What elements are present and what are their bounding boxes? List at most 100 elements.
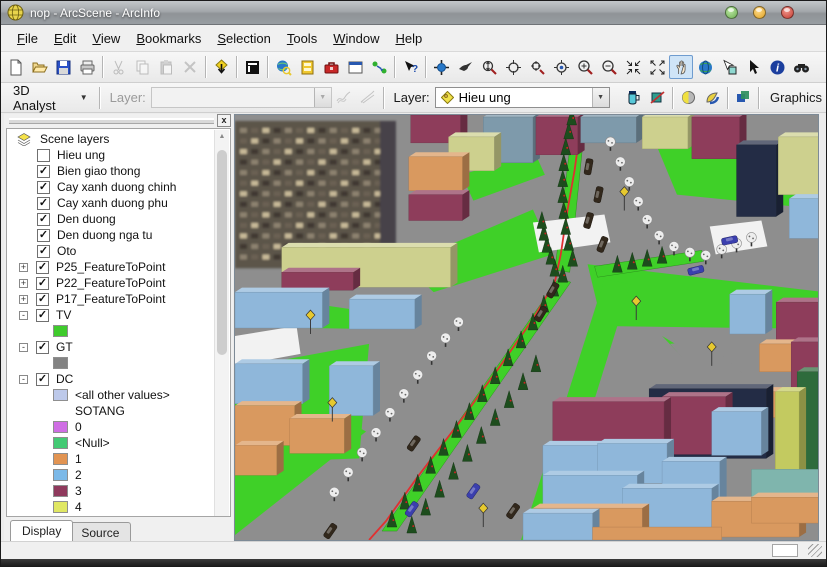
toc-row-group[interactable]: -✓ DC xyxy=(7,371,214,387)
layer-checkbox[interactable]: ✓ xyxy=(37,197,50,210)
toc-row-layer[interactable]: ✓ Cay xanh duong phu xyxy=(7,195,214,211)
resize-grip[interactable] xyxy=(808,544,822,557)
menu-help[interactable]: Help xyxy=(387,28,430,49)
zoom-to-target-button[interactable] xyxy=(525,55,549,79)
expand-icon[interactable]: + xyxy=(19,295,28,304)
layer-checkbox[interactable]: ✓ xyxy=(37,229,50,242)
tab-source[interactable]: Source xyxy=(69,522,131,541)
combo-dropdown-button[interactable]: ▼ xyxy=(592,88,609,107)
center-on-target-button[interactable] xyxy=(501,55,525,79)
maximize-button[interactable] xyxy=(753,6,766,19)
toc-row-group[interactable]: + ✓ P25_FeatureToPoint xyxy=(7,259,214,275)
scene-viewport[interactable] xyxy=(234,114,819,541)
layer-label[interactable]: Den duong xyxy=(57,212,116,226)
open-button[interactable] xyxy=(27,55,51,79)
collapse-icon[interactable]: - xyxy=(19,375,28,384)
full-globe-button[interactable] xyxy=(693,55,717,79)
toc-row-legend[interactable]: <all other values> xyxy=(7,387,214,403)
combo-dropdown-button[interactable]: ▼ xyxy=(314,88,331,107)
layer-face-culling-button[interactable] xyxy=(646,86,670,110)
layer-label[interactable]: P17_FeatureToPoint xyxy=(56,292,165,306)
scroll-up-icon[interactable]: ▲ xyxy=(215,130,229,144)
zoom-out-button[interactable] xyxy=(597,55,621,79)
layer-checkbox[interactable]: ✓ xyxy=(36,293,49,306)
depth-priority-button[interactable] xyxy=(731,86,755,110)
expand-icon[interactable]: + xyxy=(19,279,28,288)
toc-row-layer[interactable]: ✓Cay xanh duong chinh xyxy=(7,179,214,195)
layer-checkbox[interactable]: ✓ xyxy=(36,341,49,354)
line-of-sight-button[interactable] xyxy=(356,86,380,110)
save-button[interactable] xyxy=(51,55,75,79)
delete-button[interactable] xyxy=(178,55,202,79)
menu-file[interactable]: File xyxy=(9,28,46,49)
arcmap-button[interactable] xyxy=(271,55,295,79)
toc-row-group[interactable]: -✓GT xyxy=(7,339,214,355)
layer-checkbox[interactable]: ✓ xyxy=(36,277,49,290)
command-window-button[interactable] xyxy=(343,55,367,79)
paste-button[interactable] xyxy=(154,55,178,79)
expand-icon[interactable]: + xyxy=(19,263,28,272)
layer-label[interactable]: Cay xanh duong chinh xyxy=(57,180,176,194)
full-extent-button[interactable] xyxy=(645,55,669,79)
menu-bookmarks[interactable]: Bookmarks xyxy=(128,28,209,49)
layer-label[interactable]: DC xyxy=(56,372,73,386)
toc-row-group[interactable]: + ✓ P17_FeatureToPoint xyxy=(7,291,214,307)
close-button[interactable] xyxy=(781,6,794,19)
analyst-layer-combo[interactable]: ▼ xyxy=(151,87,332,108)
select-elements-button[interactable] xyxy=(741,55,765,79)
layer-shading-button[interactable] xyxy=(700,86,724,110)
fly-button[interactable] xyxy=(453,55,477,79)
layer-label[interactable]: P25_FeatureToPoint xyxy=(56,260,165,274)
toc-row-symbol[interactable] xyxy=(7,323,214,339)
interpolate-line-button[interactable] xyxy=(332,86,356,110)
layer-label[interactable]: TV xyxy=(56,308,71,322)
minimize-button[interactable] xyxy=(725,6,738,19)
arctoolbox-button[interactable] xyxy=(319,55,343,79)
zoom-in-button[interactable] xyxy=(573,55,597,79)
layer-checkbox[interactable]: ✓ xyxy=(36,373,49,386)
toc-row-layer[interactable]: ✓Bien giao thong xyxy=(7,163,214,179)
tab-display[interactable]: Display xyxy=(10,520,73,541)
effects-layer-combo[interactable]: Hieu ung ▼ xyxy=(435,87,610,108)
toc-row-legend[interactable]: 3 xyxy=(7,483,214,499)
layer-checkbox[interactable]: ✓ xyxy=(37,245,50,258)
collapse-icon[interactable]: - xyxy=(19,311,28,320)
toc-row-layer[interactable]: ✓ Oto xyxy=(7,243,214,259)
toc-row-field-heading[interactable]: SOTANG xyxy=(7,403,214,419)
layer-label[interactable]: Cay xanh duong phu xyxy=(57,196,168,210)
layer-checkbox[interactable]: ✓ xyxy=(36,261,49,274)
toc-row-symbol[interactable] xyxy=(7,355,214,371)
zoom-in-out-button[interactable] xyxy=(477,55,501,79)
navigate-button[interactable] xyxy=(429,55,453,79)
toc-row-group[interactable]: -✓ TV xyxy=(7,307,214,323)
set-observer-button[interactable] xyxy=(549,55,573,79)
toc-window-button[interactable] xyxy=(240,55,264,79)
modelbuilder-button[interactable] xyxy=(367,55,391,79)
toc-row-layer[interactable]: ✓Den duong xyxy=(7,211,214,227)
cut-button[interactable] xyxy=(106,55,130,79)
find-button[interactable] xyxy=(789,55,813,79)
menu-view[interactable]: View xyxy=(84,28,128,49)
layer-checkbox[interactable]: ✓ xyxy=(37,165,50,178)
toc-row-scene-layers[interactable]: Scene layers xyxy=(7,131,214,147)
layer-label[interactable]: Oto xyxy=(57,244,76,258)
add-data-button[interactable] xyxy=(209,55,233,79)
whats-this-button[interactable]: ? xyxy=(398,55,422,79)
toc-grab-bar[interactable]: x xyxy=(4,114,233,127)
toc-row-legend[interactable]: <Null> xyxy=(7,435,214,451)
toc-row-layer[interactable]: Hieu ung xyxy=(7,147,214,163)
toc-row-layer[interactable]: ✓ Den duong nga tu xyxy=(7,227,214,243)
title-bar[interactable]: nop - ArcScene - ArcInfo xyxy=(1,1,826,25)
layer-label[interactable]: Den duong nga tu xyxy=(57,228,152,242)
toc-row-legend[interactable]: 2 xyxy=(7,467,214,483)
identify-button[interactable]: i xyxy=(765,55,789,79)
arccatalog-button[interactable] xyxy=(295,55,319,79)
menu-tools[interactable]: Tools xyxy=(279,28,325,49)
layer-transparency-button[interactable] xyxy=(622,86,646,110)
menu-edit[interactable]: Edit xyxy=(46,28,84,49)
layer-lighting-button[interactable] xyxy=(676,86,700,110)
layer-checkbox[interactable]: ✓ xyxy=(36,309,49,322)
menu-selection[interactable]: Selection xyxy=(209,28,278,49)
toc-scrollbar[interactable]: ▲ xyxy=(214,130,229,516)
toc-row-legend[interactable]: 4 xyxy=(7,499,214,515)
